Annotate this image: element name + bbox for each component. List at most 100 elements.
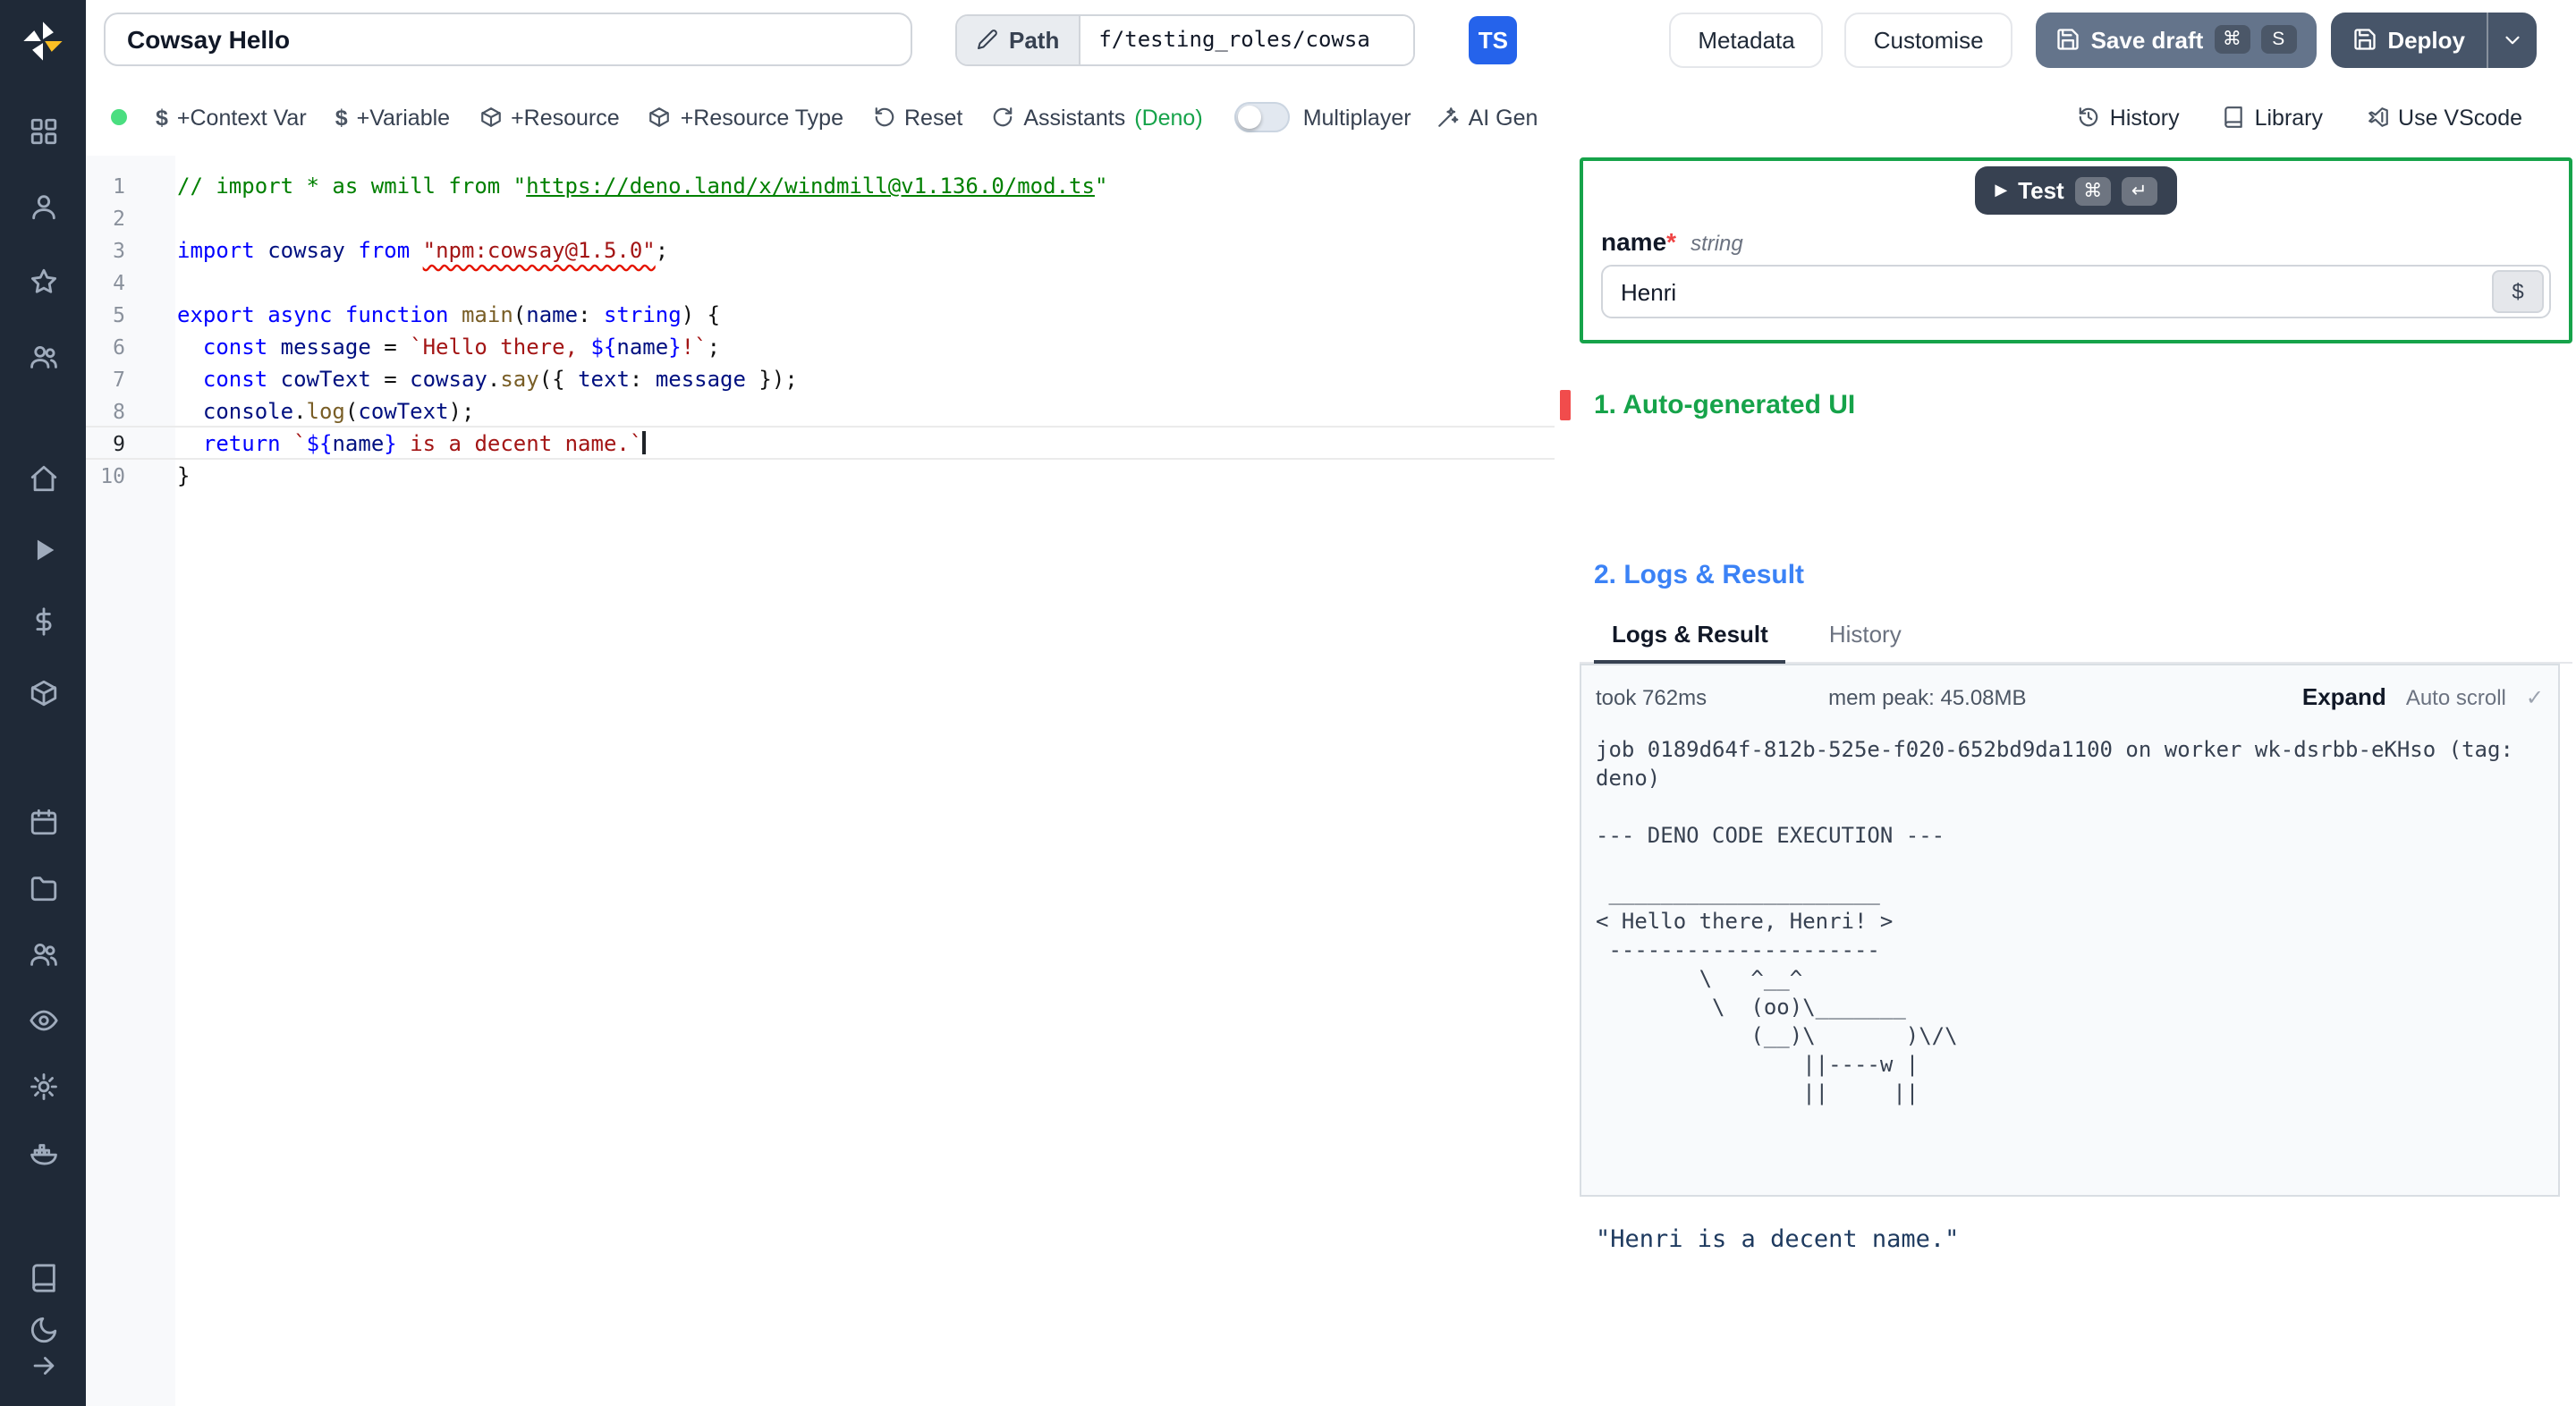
code-line[interactable]: 10} [86,460,1576,492]
code-line[interactable]: 9 return `${name} is a decent name.` [86,426,1576,460]
line-number: 9 [113,431,125,456]
required-asterisk: * [1666,227,1677,256]
code-editor[interactable]: 1// import * as wmill from "https://deno… [86,156,1576,1406]
history-label: History [2109,105,2180,130]
sidebar-item-dollar[interactable] [18,597,68,644]
log-line: deno) [1596,766,1661,791]
metadata-button[interactable]: Metadata [1669,12,1824,67]
add-resource-type-button[interactable]: +Resource Type [634,94,858,140]
log-line: --- DENO CODE EXECUTION --- [1596,823,1945,848]
sidebar-item-gear[interactable] [18,1063,68,1109]
gear-icon [28,1071,58,1101]
sidebar-item-book[interactable] [18,1254,68,1300]
log-line: _____________________ [1596,880,1880,905]
windmill-logo[interactable] [0,0,86,82]
user-icon [28,191,58,221]
line-number: 2 [113,206,125,231]
code-line[interactable]: 2 [86,202,1576,234]
use-vscode-button[interactable]: Use VScode [2348,94,2540,140]
script-title-input[interactable] [104,13,912,66]
sidebar-item-users[interactable] [18,333,68,379]
dollar-icon: $ [335,105,348,130]
cmd-key-badge: ⌘ [2214,25,2250,54]
section-logs-result: 2. Logs & Result [1594,560,1805,590]
tab-history[interactable]: History [1811,612,1919,662]
package-icon [648,106,672,129]
status-dot [111,109,127,125]
autoscroll-toggle[interactable]: Auto scroll [2406,684,2506,709]
line-number: 8 [113,399,125,424]
sidebar-item-play[interactable] [18,526,68,572]
code-line[interactable]: 4 [86,267,1576,299]
library-button[interactable]: Library [2205,94,2341,140]
path-control: Path [955,13,1416,65]
arrow-right-icon [28,1350,58,1380]
topbar: Path TS Metadata Customise Save draft ⌘ … [86,0,2576,79]
sidebar-item-eye[interactable] [18,996,68,1043]
sidebar-expand-button[interactable] [18,1342,68,1388]
s-key-badge: S [2260,25,2297,54]
sidebar-item-star[interactable] [18,258,68,304]
assistants-label: Assistants [1023,105,1126,130]
eye-icon [28,1004,58,1035]
code-line[interactable]: 6 const message = `Hello there, ${name}!… [86,331,1576,363]
sidebar-item-grid[interactable] [18,107,68,154]
history-button[interactable]: History [2060,94,2198,140]
path-input[interactable] [1080,15,1414,64]
code-line[interactable]: 5 export async function main(name: string… [86,299,1576,331]
right-panel: ▶ Test ⌘ ↵ name * string Henri $ 1. Auto… [1576,156,2576,1406]
sidebar-item-home[interactable] [18,454,68,501]
sidebar-item-user[interactable] [18,182,68,229]
add-variable-button[interactable]: $ +Variable [321,94,464,140]
add-context-var-label: +Context Var [176,105,307,130]
deploy-label: Deploy [2387,26,2465,53]
toolbar-right: History Library Use VScode [2060,94,2540,140]
sidebar-item-folder[interactable] [18,864,68,911]
docker-icon [28,1137,58,1167]
deploy-dropdown-button[interactable] [2487,12,2537,67]
assistants-button[interactable]: Assistants (Deno) [977,94,1216,140]
reset-button[interactable]: Reset [858,94,977,140]
code-line[interactable]: 3 import cowsay from "npm:cowsay@1.5.0"; [86,234,1576,267]
code-line[interactable]: 7 const cowText = cowsay.say({ text: mes… [86,363,1576,395]
insert-variable-button[interactable]: $ [2492,270,2544,313]
section-auto-generated-ui: 1. Auto-generated UI [1594,390,1856,420]
log-line: \ (oo)\_______ [1596,995,1906,1020]
sidebar-item-user-group[interactable] [18,930,68,977]
multiplayer-toggle[interactable] [1234,102,1291,132]
arg-name-label: name [1601,227,1667,256]
add-resource-button[interactable]: +Resource [464,94,634,140]
package-icon [28,677,58,707]
add-context-var-button[interactable]: $ +Context Var [141,94,321,140]
path-edit-button[interactable]: Path [957,15,1081,64]
save-draft-button[interactable]: Save draft ⌘ S [2035,12,2317,67]
user-group-icon [28,938,58,969]
code-line[interactable]: 1// import * as wmill from "https://deno… [86,170,1576,202]
deploy-button[interactable]: Deploy [2330,12,2537,67]
ai-gen-button[interactable]: AI Gen [1422,94,1553,140]
log-line: --------------------- [1596,937,1880,962]
reset-label: Reset [904,105,963,130]
arg-name-input[interactable] [1603,278,2492,305]
dollar-icon [28,606,58,636]
customise-button[interactable]: Customise [1844,12,2012,67]
overview-ruler[interactable] [1555,156,1576,1406]
code-line[interactable]: 8 console.log(cowText); [86,395,1576,428]
cmd-key-badge: ⌘ [2074,176,2111,205]
sidebar-item-calendar[interactable] [18,798,68,844]
deploy-icon [2351,27,2377,52]
chevron-down-icon [2501,28,2524,51]
test-button[interactable]: ▶ Test ⌘ ↵ [1975,166,2177,215]
home-icon [28,462,58,493]
line-number: 5 [113,302,125,327]
tab-logs-result[interactable]: Logs & Result [1594,612,1786,664]
sidebar-item-docker[interactable] [18,1129,68,1175]
sidebar-item-package[interactable] [18,669,68,716]
sidebar [0,0,86,1406]
add-resource-label: +Resource [511,105,620,130]
deploy-main[interactable]: Deploy [2330,12,2487,67]
expand-button[interactable]: Expand [2302,683,2386,710]
grid-icon [28,115,58,146]
line-number: 7 [113,367,125,392]
